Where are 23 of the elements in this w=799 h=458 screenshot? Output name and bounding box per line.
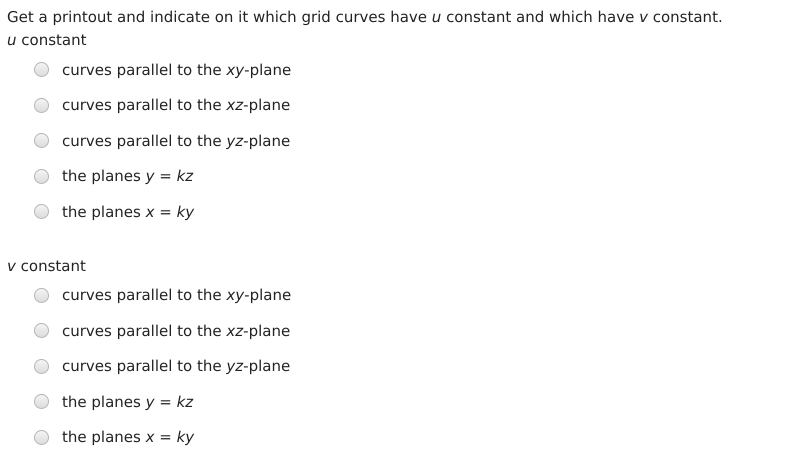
radio-button[interactable] xyxy=(34,133,49,148)
radio-button[interactable] xyxy=(34,288,49,303)
group-label: u constant xyxy=(7,30,88,51)
question-text: Get a printout and indicate on it which grid curves have u constant and which have v constant. xyxy=(7,7,724,28)
option-label: curves parallel to the xy-plane xyxy=(62,60,292,80)
radio-button[interactable] xyxy=(34,168,49,184)
option-label: the planes y = kz xyxy=(62,166,194,187)
option-label: curves parallel to the yz-plane xyxy=(62,130,290,152)
option-label: the planes y = kz xyxy=(62,392,194,412)
radio-button[interactable] xyxy=(34,62,49,78)
option-label: curves parallel to the yz-plane xyxy=(62,356,290,377)
option-label: the planes x = ky xyxy=(62,202,194,222)
radio-button[interactable] xyxy=(34,323,49,338)
radio-button[interactable] xyxy=(34,358,49,374)
option-label: curves parallel to the xz-plane xyxy=(62,320,290,342)
group-label: v constant xyxy=(7,256,87,276)
radio-button[interactable] xyxy=(34,204,49,220)
radio-button[interactable] xyxy=(34,394,49,410)
option-label: curves parallel to the xz-plane xyxy=(62,95,290,116)
option-label: the planes x = ky xyxy=(62,427,194,448)
radio-button[interactable] xyxy=(34,98,49,113)
radio-button[interactable] xyxy=(34,430,49,445)
option-label: curves parallel to the xy-plane xyxy=(62,285,292,306)
